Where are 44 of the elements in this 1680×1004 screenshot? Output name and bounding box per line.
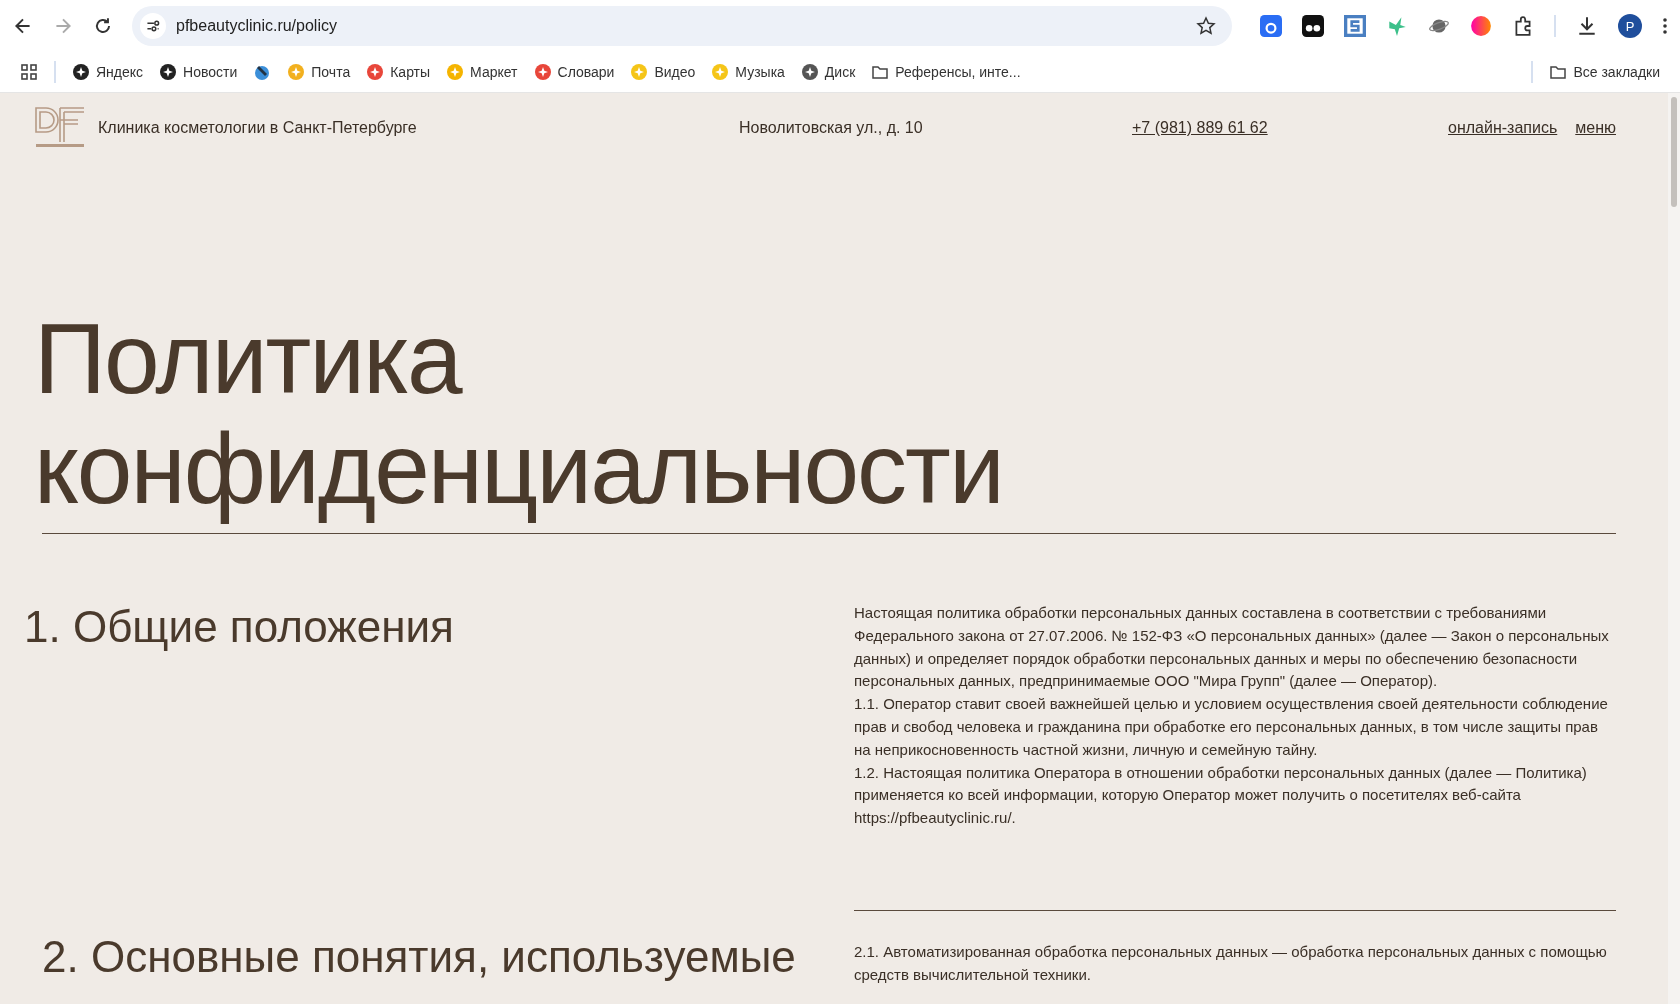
site-settings-icon[interactable] bbox=[140, 13, 166, 39]
site-icon bbox=[287, 63, 306, 81]
phone-link[interactable]: +7 (981) 889 61 62 bbox=[1132, 119, 1342, 137]
bookmark[interactable]: Словари bbox=[533, 63, 615, 81]
nav-link[interactable]: меню bbox=[1575, 119, 1616, 137]
bookmark[interactable]: Видео bbox=[630, 63, 696, 81]
site-icon bbox=[72, 63, 90, 81]
clinic-tagline: Клиника косметологии в Санкт-Петербурге bbox=[98, 119, 417, 137]
folder-icon bbox=[1549, 63, 1568, 81]
folder-icon bbox=[871, 63, 890, 81]
policy-paragraph: 2.1. Автоматизированная обработка персональных данных — обработка персональных данных с помощью средств вычислительной техники. bbox=[854, 941, 1608, 985]
nav-link[interactable]: онлайн-запись bbox=[1448, 119, 1558, 137]
section-heading: 2. Основные понятия, используемые bbox=[42, 932, 797, 983]
bookmark[interactable]: Маркет bbox=[446, 63, 518, 81]
site-icon bbox=[446, 63, 465, 81]
bookmark[interactable]: Новости bbox=[159, 63, 238, 81]
extension-icon[interactable] bbox=[1302, 15, 1324, 37]
bookmark[interactable]: Диск bbox=[800, 63, 856, 81]
bookmark[interactable]: Яндекс bbox=[72, 63, 144, 81]
site-icon bbox=[800, 63, 819, 81]
clinic-address: Новолитовская ул., д. 10 bbox=[739, 119, 924, 137]
bookmark[interactable]: Карты bbox=[366, 63, 431, 81]
download-icon[interactable] bbox=[1576, 15, 1598, 37]
all-bookmarks-button[interactable]: Все закладки bbox=[1549, 63, 1660, 81]
policy-paragraph: 1.1. Оператор ставит своей важнейшей целью и условием осуществления своей деятельности соблюдение прав и свобод человека и гражданина при обработке его персональных данных, в том числе защиты прав на неприкосновенность частной жизни, личную и семейную тайну. bbox=[854, 694, 1609, 760]
star-icon[interactable] bbox=[1196, 16, 1216, 36]
apps-grid-icon[interactable] bbox=[20, 63, 38, 81]
policy-paragraph: 1.2. Настоящая политика Оператора в отношении обработки персональных данных (далее — Политика) применяется ко всей информации, которую Оператор может получить о посетителях веб-сайта https://pfbeautyclinic.ru/. bbox=[854, 762, 1588, 829]
url-text: pfbeautyclinic.ru/policy bbox=[176, 17, 338, 35]
site-icon bbox=[366, 63, 385, 81]
site-icon bbox=[159, 63, 178, 81]
site-icon bbox=[711, 63, 730, 81]
more-icon[interactable] bbox=[1662, 16, 1668, 36]
site-icon bbox=[630, 63, 649, 81]
scrollbar[interactable] bbox=[1668, 93, 1680, 1004]
bookmark[interactable]: Музыка bbox=[711, 63, 785, 81]
policy-paragraph: Настоящая политика обработки персональных данных составлена в соответствии с требованиями Федерального закона от 27.07.2006. № 152-ФЗ «О персональных данных» (далее — Закон о персональных данных) и определяет порядок обработки персональных данных и меры по обеспечению безопасности персональных данных, предпринимаемые ООО "Мира Групп" (далее — Оператор). bbox=[854, 603, 1610, 692]
bookmark[interactable]: Почта bbox=[287, 63, 351, 81]
site-icon bbox=[533, 63, 552, 81]
bookmark[interactable]: Референсы, инте... bbox=[871, 63, 1021, 81]
section-heading: 1. Общие положения bbox=[24, 602, 455, 653]
profile-avatar[interactable]: P bbox=[1618, 14, 1642, 38]
address-bar[interactable]: pfbeautyclinic.ru/policy bbox=[132, 6, 1232, 46]
page-title: Политика конфиденциальности bbox=[34, 303, 1004, 523]
